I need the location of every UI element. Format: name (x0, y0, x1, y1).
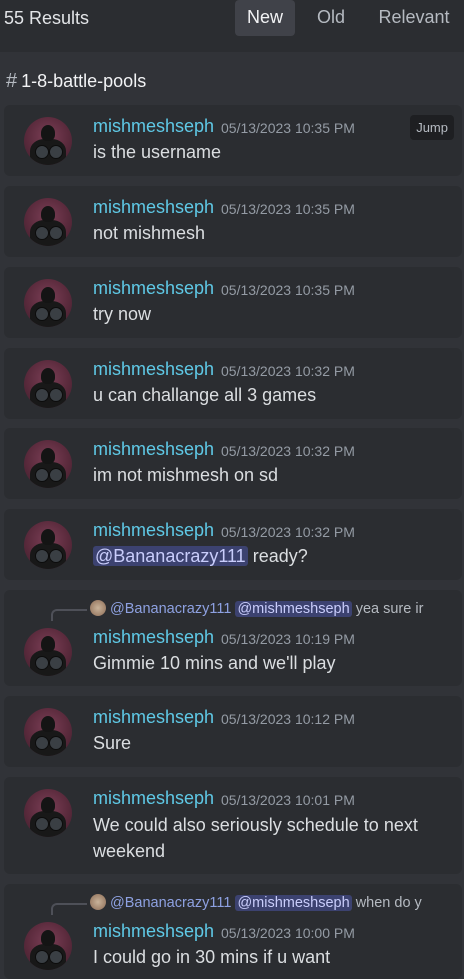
avatar[interactable] (24, 198, 72, 246)
message-timestamp: 05/13/2023 10:35 PM (221, 120, 355, 136)
message-text: not mishmesh (93, 223, 206, 243)
message-card[interactable]: mishmeshseph 05/13/2023 10:32 PM im not … (4, 428, 462, 499)
message-author[interactable]: mishmeshseph (93, 278, 214, 299)
tab-new[interactable]: New (235, 0, 295, 36)
message-text: I could go in 30 mins if u want (93, 947, 331, 967)
channel-header[interactable]: #1-8-battle-pools (6, 70, 146, 93)
message-timestamp: 05/13/2023 10:32 PM (221, 363, 355, 379)
message-author[interactable]: mishmeshseph (93, 359, 214, 380)
message-text: im not mishmesh on sd (93, 465, 279, 485)
message-author[interactable]: mishmeshseph (93, 116, 214, 137)
message-timestamp: 05/13/2023 10:32 PM (221, 443, 355, 459)
avatar[interactable] (24, 922, 72, 970)
message-timestamp: 05/13/2023 10:32 PM (221, 524, 355, 540)
message-card[interactable]: mishmeshseph 05/13/2023 10:32 PM u can c… (4, 348, 462, 419)
message-card[interactable]: mishmeshseph 05/13/2023 10:32 PM @Banana… (4, 509, 462, 580)
avatar[interactable] (24, 360, 72, 408)
message-timestamp: 05/13/2023 10:01 PM (221, 792, 355, 808)
results-count: 55 Results (4, 8, 90, 28)
reply-mention[interactable]: @mishmeshseph (235, 895, 352, 911)
avatar[interactable] (24, 789, 72, 837)
message-text: Sure (93, 733, 132, 753)
message-text: @Bananacrazy111 ready? (93, 543, 453, 569)
message-text: We could also seriously schedule to next… (93, 812, 453, 864)
message-timestamp: 05/13/2023 10:35 PM (221, 282, 355, 298)
avatar[interactable] (24, 440, 72, 488)
message-timestamp: 05/13/2023 10:19 PM (221, 631, 355, 647)
reply-connector (51, 903, 87, 915)
avatar[interactable] (24, 708, 72, 756)
message-timestamp: 05/13/2023 10:35 PM (221, 201, 355, 217)
tab-old[interactable]: Old (308, 0, 354, 36)
avatar[interactable] (24, 521, 72, 569)
message-author[interactable]: mishmeshseph (93, 197, 214, 218)
reply-snippet: when do y (355, 895, 422, 911)
message-author[interactable]: mishmeshseph (93, 627, 214, 648)
message-author[interactable]: mishmeshseph (93, 707, 214, 728)
avatar[interactable] (24, 628, 72, 676)
message-author[interactable]: mishmeshseph (93, 921, 214, 942)
reply-preview[interactable]: @Bananacrazy111 @mishmeshseph yea sure i… (90, 600, 423, 617)
message-text-line: weekend (93, 841, 166, 861)
message-text: try now (93, 304, 152, 324)
message-card[interactable]: mishmeshseph 05/13/2023 10:35 PM try now (4, 267, 462, 338)
message-text: u can challange all 3 games (93, 385, 317, 405)
message-timestamp: 05/13/2023 10:12 PM (221, 711, 355, 727)
reply-snippet: yea sure ir (355, 601, 424, 617)
reply-avatar (90, 894, 106, 910)
message-text-rest: ready? (247, 546, 308, 566)
message-card[interactable]: mishmeshseph 05/13/2023 10:12 PM Sure (4, 696, 462, 767)
avatar[interactable] (24, 117, 72, 165)
message-author[interactable]: mishmeshseph (93, 788, 214, 809)
message-card[interactable]: mishmeshseph 05/13/2023 10:35 PM is the … (4, 105, 462, 176)
message-card[interactable]: @Bananacrazy111 @mishmeshseph yea sure i… (4, 590, 462, 686)
user-mention[interactable]: @Bananacrazy111 (93, 546, 248, 566)
reply-connector (51, 609, 87, 621)
message-card[interactable]: mishmeshseph 05/13/2023 10:35 PM not mis… (4, 186, 462, 257)
search-results-header: 55 Results New Old Relevant (0, 0, 464, 52)
reply-preview[interactable]: @Bananacrazy111 @mishmeshseph when do y (90, 894, 422, 911)
channel-name: 1-8-battle-pools (21, 71, 147, 91)
reply-author[interactable]: @Bananacrazy111 (110, 601, 231, 617)
avatar[interactable] (24, 279, 72, 327)
message-timestamp: 05/13/2023 10:00 PM (221, 925, 355, 941)
reply-avatar (90, 600, 106, 616)
reply-mention[interactable]: @mishmeshseph (235, 601, 352, 617)
message-text: is the username (93, 142, 222, 162)
jump-button[interactable]: Jump (410, 115, 454, 140)
channel-hash-icon: # (6, 70, 18, 92)
message-card[interactable]: @Bananacrazy111 @mishmeshseph when do y … (4, 884, 462, 979)
message-text-line: We could also seriously schedule to next (93, 815, 418, 835)
message-author[interactable]: mishmeshseph (93, 439, 214, 460)
message-author[interactable]: mishmeshseph (93, 520, 214, 541)
reply-author[interactable]: @Bananacrazy111 (110, 895, 231, 911)
tab-relevant[interactable]: Relevant (372, 0, 456, 36)
message-card[interactable]: mishmeshseph 05/13/2023 10:01 PM We coul… (4, 777, 462, 874)
message-text: Gimmie 10 mins and we'll play (93, 653, 336, 673)
